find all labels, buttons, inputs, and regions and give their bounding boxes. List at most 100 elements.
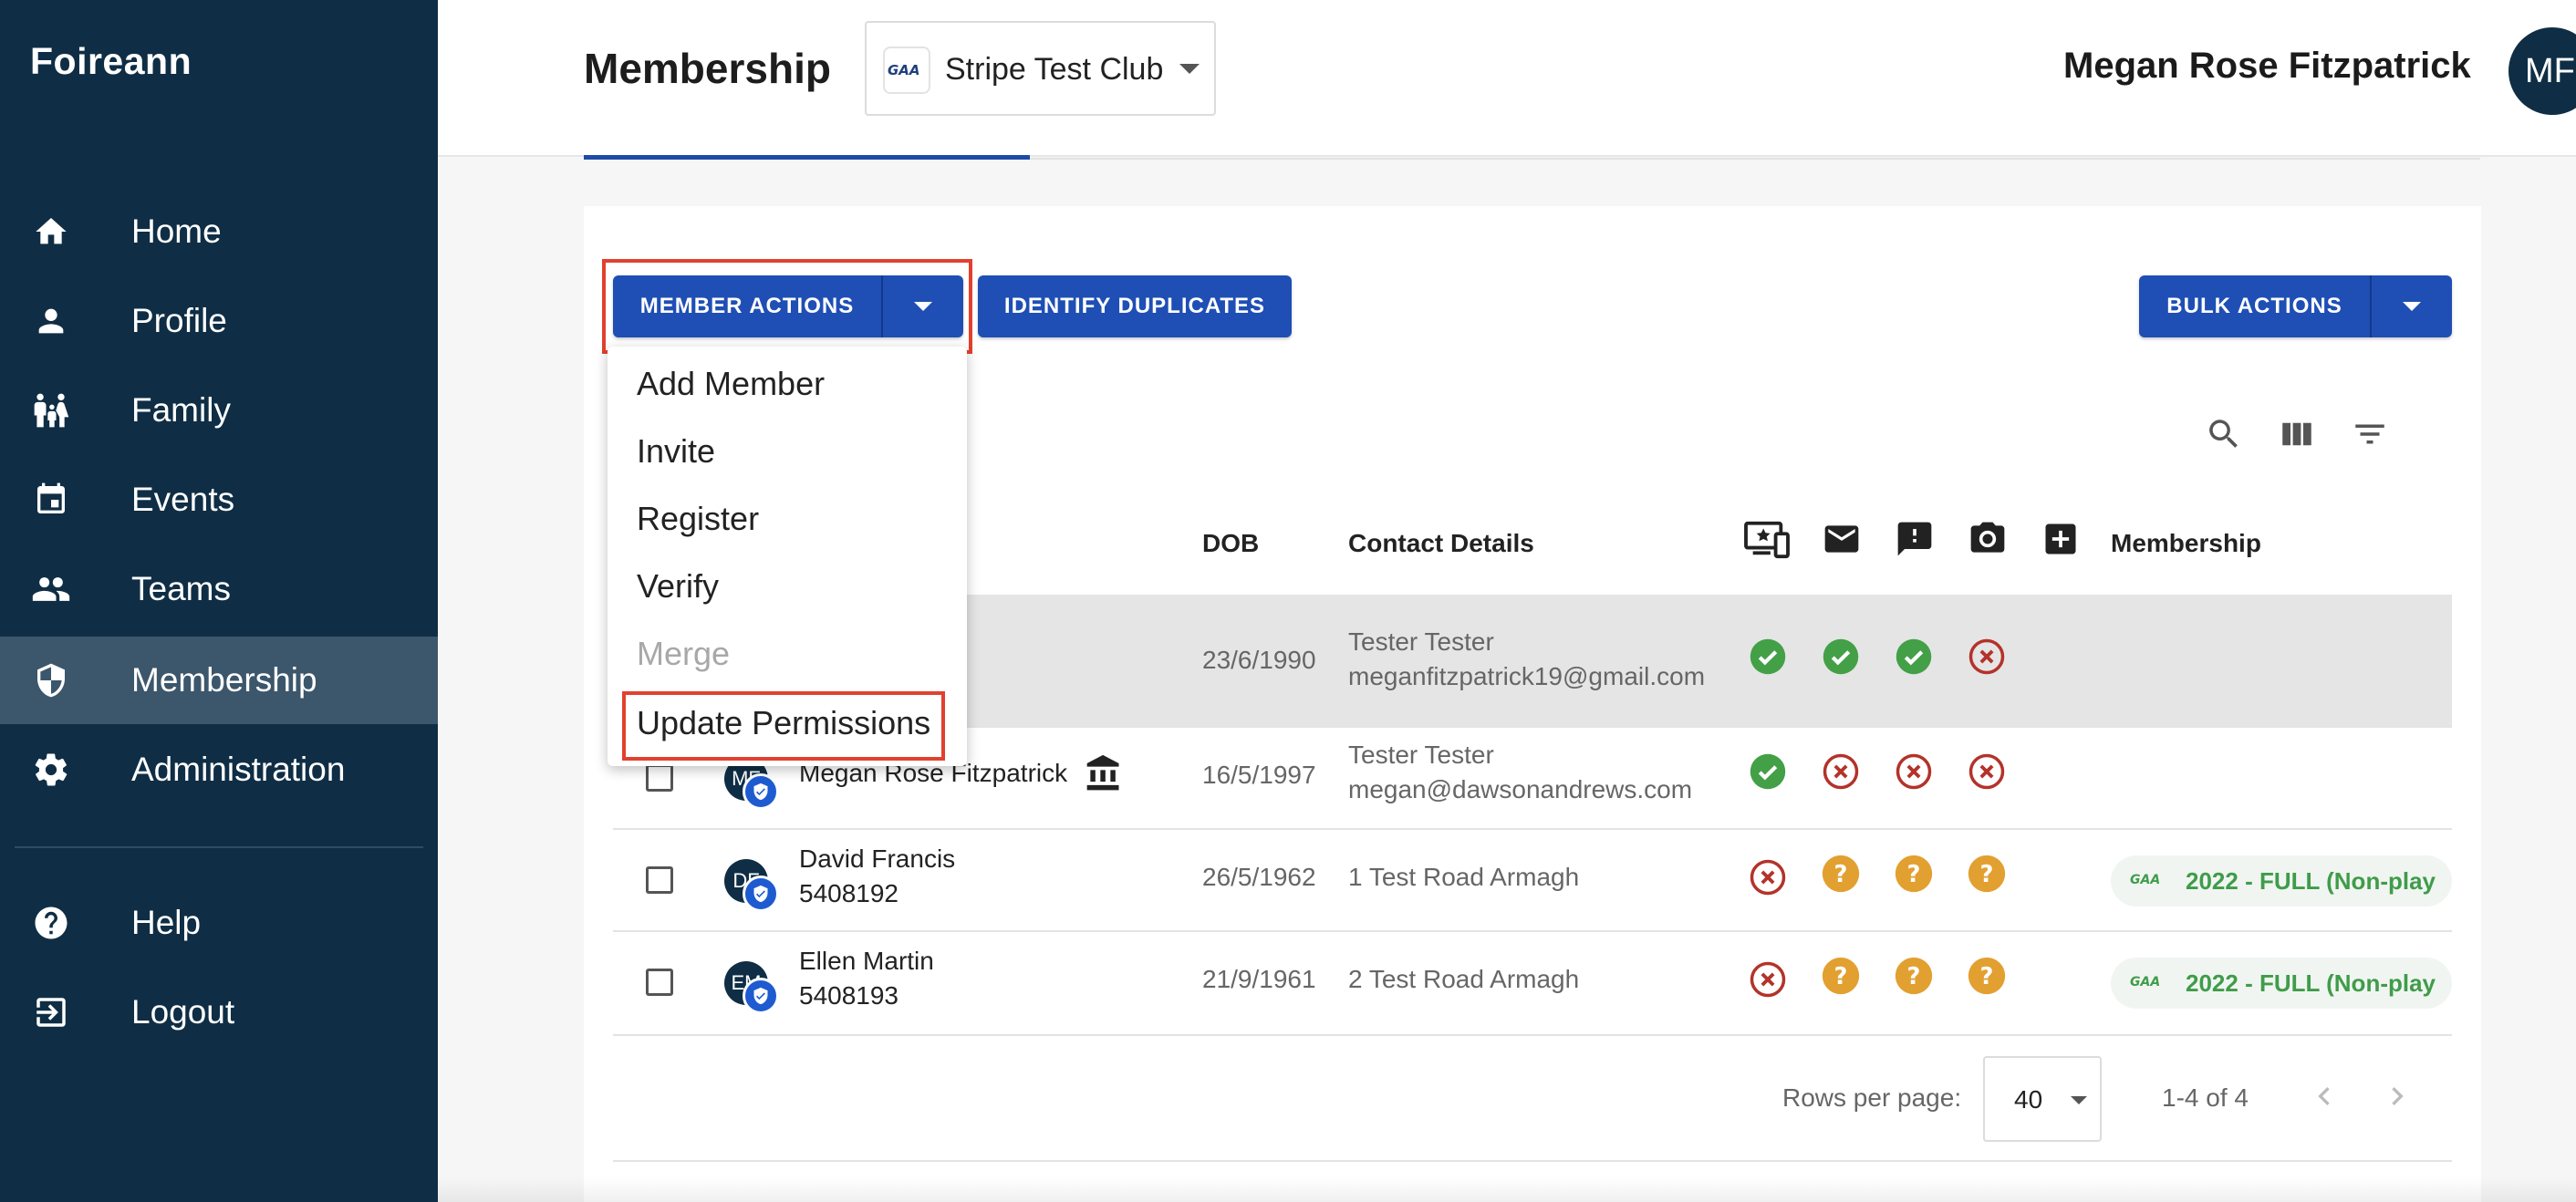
svg-text:?: ? xyxy=(1907,861,1921,888)
svg-text:?: ? xyxy=(1834,963,1848,990)
contact-detail: megan@dawsonandrews.com xyxy=(1348,775,1693,803)
status-ok-icon xyxy=(1748,637,1788,677)
column-header-membership[interactable]: Membership xyxy=(2111,529,2261,558)
row-checkbox[interactable] xyxy=(646,866,673,894)
status-ok-icon xyxy=(1821,637,1861,677)
filter-icon[interactable] xyxy=(2348,412,2392,456)
rows-per-page-select[interactable]: 40 xyxy=(1983,1056,2102,1142)
status-unknown-icon: ? xyxy=(1967,854,2007,894)
online-access-icon xyxy=(1744,516,1790,562)
sidebar-item-label: Events xyxy=(131,481,235,518)
table-footer-divider xyxy=(613,1160,2452,1162)
sidebar-item-profile[interactable]: Profile xyxy=(0,277,438,365)
shield-icon xyxy=(31,660,71,700)
status-no-icon xyxy=(1748,857,1788,897)
bulk-actions-dropdown-button[interactable] xyxy=(2372,275,2452,337)
dob-cell: 16/5/1997 xyxy=(1202,761,1316,789)
svg-text:?: ? xyxy=(1980,963,1994,990)
sidebar-item-administration[interactable]: Administration xyxy=(0,726,438,813)
sidebar-item-label: Membership xyxy=(131,661,317,699)
sidebar-item-events[interactable]: Events xyxy=(0,456,438,544)
person-icon xyxy=(31,301,71,341)
home-icon xyxy=(31,212,71,252)
medical-icon xyxy=(2038,516,2083,562)
sidebar-item-help[interactable]: Help xyxy=(0,879,438,967)
column-header-dob[interactable]: DOB xyxy=(1202,529,1259,558)
status-unknown-icon: ? xyxy=(1967,956,2007,996)
camera-icon xyxy=(1965,516,2010,562)
gaa-logo-icon: GAA xyxy=(883,47,930,94)
update-permissions-highlight xyxy=(622,691,945,761)
dob-cell: 26/5/1962 xyxy=(1202,863,1316,891)
bulk-actions-split-button: BULK ACTIONS xyxy=(2139,275,2452,337)
contact-detail: 2 Test Road Armagh xyxy=(1348,965,1580,993)
sidebar: Foireann Home Profile Family Events Team… xyxy=(0,0,438,1202)
verified-shield-icon xyxy=(743,773,779,810)
dob-cell: 21/9/1961 xyxy=(1202,965,1316,993)
row-checkbox[interactable] xyxy=(646,764,673,792)
caret-down-icon xyxy=(2071,1096,2087,1104)
row-checkbox[interactable] xyxy=(646,969,673,996)
status-unknown-icon: ? xyxy=(1821,956,1861,996)
search-icon[interactable] xyxy=(2202,412,2246,456)
menu-item-add-member[interactable]: Add Member xyxy=(637,365,825,403)
tabs-divider xyxy=(1030,158,2480,160)
caret-down-icon xyxy=(2403,302,2421,311)
status-ok-icon xyxy=(1894,637,1934,677)
membership-chip-label: 2022 - FULL (Non-play xyxy=(2186,969,2436,997)
chevron-down-icon xyxy=(1179,64,1200,74)
bulk-actions-button[interactable]: BULK ACTIONS xyxy=(2139,275,2372,337)
sidebar-item-logout[interactable]: Logout xyxy=(0,969,438,1056)
member-name[interactable]: Ellen Martin xyxy=(799,947,934,976)
sidebar-item-label: Teams xyxy=(131,570,231,607)
verified-shield-icon xyxy=(743,978,779,1014)
columns-icon[interactable] xyxy=(2275,412,2319,456)
sidebar-item-teams[interactable]: Teams xyxy=(0,545,438,633)
status-no-icon xyxy=(1821,751,1861,792)
menu-item-register[interactable]: Register xyxy=(637,500,759,538)
menu-item-verify[interactable]: Verify xyxy=(637,567,719,606)
identify-duplicates-button[interactable]: IDENTIFY DUPLICATES xyxy=(978,275,1292,337)
status-unknown-icon: ? xyxy=(1894,956,1934,996)
sidebar-item-family[interactable]: Family xyxy=(0,367,438,454)
status-ok-icon xyxy=(1748,751,1788,792)
member-name[interactable]: David Francis xyxy=(799,845,955,874)
member-number: 5408192 xyxy=(799,879,899,907)
column-header-contact-details[interactable]: Contact Details xyxy=(1348,529,1534,558)
svg-text:GAA: GAA xyxy=(2130,975,2160,990)
club-select[interactable]: GAA Stripe Test Club xyxy=(865,21,1216,116)
sidebar-item-home[interactable]: Home xyxy=(0,188,438,275)
svg-text:?: ? xyxy=(1907,963,1921,990)
sidebar-item-label: Home xyxy=(131,212,222,250)
menu-item-invite[interactable]: Invite xyxy=(637,432,715,471)
member-actions-highlight xyxy=(602,259,972,354)
alert-icon xyxy=(1892,516,1937,562)
sidebar-item-label: Help xyxy=(131,904,202,941)
help-icon xyxy=(31,903,71,943)
bottom-edge-shadow xyxy=(438,1176,2576,1202)
table-row[interactable]: EM Ellen Martin 5408193 21/9/1961 2 Test… xyxy=(613,932,2452,1036)
rows-per-page-value: 40 xyxy=(2014,1085,2043,1114)
svg-text:GAA: GAA xyxy=(888,62,920,78)
member-number: 5408193 xyxy=(799,981,899,1010)
sidebar-item-membership[interactable]: Membership xyxy=(0,637,438,724)
menu-item-merge: Merge xyxy=(637,635,731,672)
status-no-icon xyxy=(1894,751,1934,792)
next-page-button[interactable] xyxy=(2377,1076,2417,1116)
dob-cell: 23/6/1990 xyxy=(1202,646,1316,674)
membership-chip: GAA 2022 - FULL (Non-play xyxy=(2111,958,2452,1009)
logout-icon xyxy=(31,992,71,1032)
brand-logo-text: Foireann xyxy=(30,40,192,82)
svg-text:?: ? xyxy=(1980,861,1994,888)
sidebar-item-label: Logout xyxy=(131,993,235,1031)
pagination-range: 1-4 of 4 xyxy=(2162,1083,2249,1112)
table-row[interactable]: DF David Francis 5408192 26/5/1962 1 Tes… xyxy=(613,830,2452,932)
status-no-icon xyxy=(1967,637,2007,677)
calendar-icon xyxy=(31,480,71,520)
sidebar-item-label: Profile xyxy=(131,302,227,339)
svg-text:?: ? xyxy=(1834,861,1848,888)
gaa-logo-icon: GAA xyxy=(2129,870,2169,893)
status-unknown-icon: ? xyxy=(1894,854,1934,894)
family-icon xyxy=(31,390,71,430)
previous-page-button[interactable] xyxy=(2304,1076,2344,1116)
